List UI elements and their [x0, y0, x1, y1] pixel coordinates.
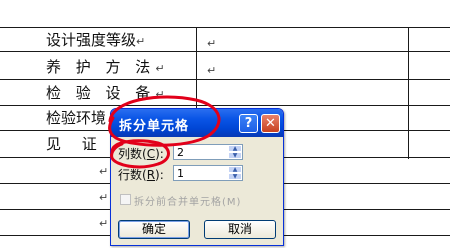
paragraph-mark-icon: ↵	[207, 37, 217, 50]
ok-button[interactable]: 确定	[118, 220, 190, 239]
row-label: 检 验 设 备	[46, 84, 156, 102]
paragraph-mark-icon: ↵	[136, 35, 146, 48]
rows-suffix: :	[159, 168, 164, 182]
paragraph-mark-icon: ↵	[99, 191, 109, 204]
row-label: 检验环境	[46, 109, 107, 127]
close-button[interactable]: ✕	[261, 114, 280, 133]
paragraph-mark-icon: ↵	[155, 62, 165, 75]
question-mark-icon: ?	[244, 116, 253, 131]
row-label: 养 护 方 法	[46, 58, 156, 76]
spin-up-icon[interactable]: ▲	[228, 166, 242, 173]
table-row[interactable]: 养 护 方 法↵	[46, 58, 165, 76]
table-row[interactable]: 检验环境	[46, 109, 106, 127]
paragraph-mark-icon: ↵	[99, 165, 109, 178]
paragraph-mark-icon: ↵	[99, 217, 109, 230]
spin-down-icon[interactable]: ▼	[228, 152, 242, 159]
columns-label-text: 列数	[118, 147, 143, 161]
help-button[interactable]: ?	[239, 114, 258, 133]
table-row[interactable]: 设计强度等级↵	[46, 31, 145, 49]
table-rule	[0, 27, 450, 28]
rows-hotkey: R	[146, 168, 156, 182]
paragraph-mark-icon: ↵	[207, 64, 217, 77]
spin-up-icon[interactable]: ▲	[228, 145, 242, 152]
rows-spinner[interactable]: 1 ▲ ▼	[173, 165, 243, 181]
spin-down-icon[interactable]: ▼	[228, 173, 242, 180]
table-row[interactable]: 检 验 设 备↵	[46, 84, 165, 102]
close-icon: ✕	[265, 116, 276, 131]
columns-label: 列数(C):	[118, 147, 164, 161]
merge-before-split-label: 拆分前合并单元格(M)	[134, 197, 242, 208]
table-column-rule	[408, 27, 409, 159]
rows-spinner-buttons: ▲ ▼	[228, 166, 242, 180]
table-rule	[0, 79, 450, 80]
merge-before-split-checkbox[interactable]	[120, 194, 131, 205]
dialog-titlebar[interactable]: 拆分单元格 ? ✕	[111, 109, 283, 137]
paragraph-mark-icon: ↵	[155, 88, 165, 101]
columns-hotkey: C	[146, 147, 156, 161]
rows-label: 行数(R):	[118, 168, 164, 182]
rows-value: 1	[177, 167, 184, 180]
row-label: 设计强度等级	[46, 31, 137, 49]
table-rule	[0, 105, 450, 106]
columns-spinner-buttons: ▲ ▼	[228, 145, 242, 159]
table-rule	[0, 51, 450, 52]
rows-label-text: 行数	[118, 168, 143, 182]
cancel-button[interactable]: 取消	[204, 220, 276, 239]
columns-spinner[interactable]: 2 ▲ ▼	[173, 144, 243, 160]
columns-value: 2	[177, 146, 184, 159]
columns-suffix: :	[159, 147, 164, 161]
dialog-title: 拆分单元格	[119, 119, 190, 134]
